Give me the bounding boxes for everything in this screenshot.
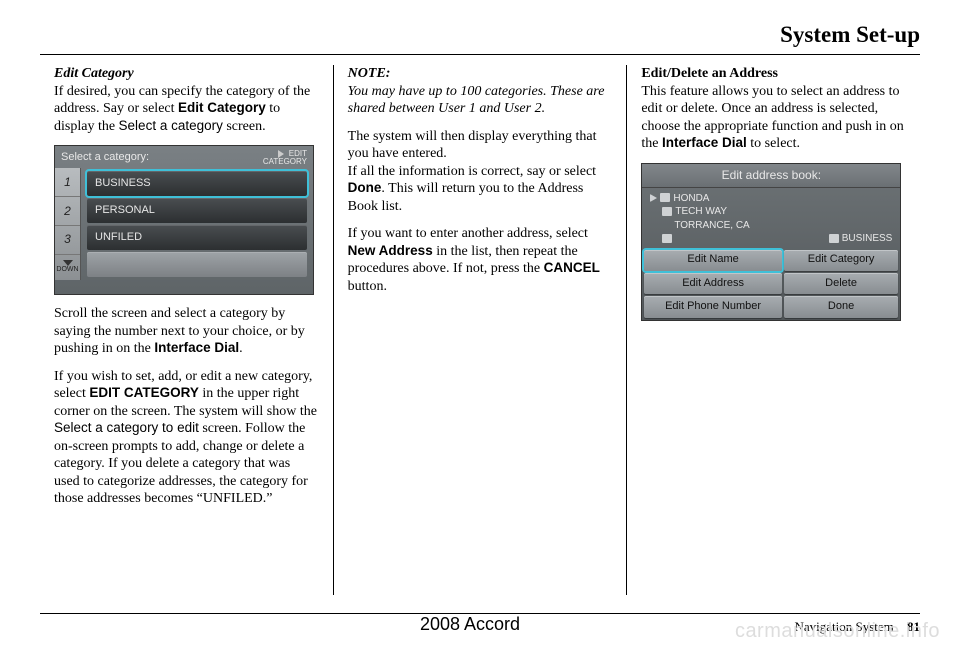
col2-p1: The system will then display everything … [348, 128, 613, 163]
page-title: System Set-up [40, 22, 920, 48]
map-icon [662, 207, 672, 216]
category-icon [829, 234, 839, 243]
col3-p1-c: to select. [747, 136, 800, 151]
col2-p3: If you want to enter another address, se… [348, 225, 613, 295]
interface-dial-bold-1: Interface Dial [154, 340, 239, 355]
cancel-bold: CANCEL [544, 260, 600, 275]
category-row-unfiled: UNFILED [87, 225, 307, 250]
col1-p2: Scroll the screen and select a category … [54, 305, 319, 358]
shot1-down-button: DOWN [55, 255, 80, 280]
edit-category-button: Edit Category [784, 250, 899, 271]
shot2-line3: TORRANCE, CA [674, 220, 749, 231]
shot1-edit-category-tag: EDIT CATEGORY [263, 150, 307, 166]
note-body: You may have up to 100 categories. These… [348, 84, 605, 117]
edit-category-bold: Edit Category [178, 100, 266, 115]
shot2-info: HONDA TECH WAY TORRANCE, CA BUSINESS [642, 188, 900, 248]
col2-p2: If all the information is correct, say o… [348, 163, 613, 216]
edit-phone-button: Edit Phone Number [644, 296, 781, 317]
shot1-number-column: 1 2 3 DOWN [55, 168, 81, 280]
select-category-to-edit-label: Select a category to edit [54, 420, 199, 435]
edit-line2: CATEGORY [263, 157, 307, 166]
category-row-empty [87, 252, 307, 277]
select-a-category-label: Select a category [119, 118, 223, 133]
edit-name-button: Edit Name [644, 250, 781, 271]
play-icon [650, 194, 657, 202]
category-row-business: BUSINESS [87, 171, 307, 196]
edit-delete-heading: Edit/Delete an Address [641, 66, 778, 81]
footer-model-year: 2008 Accord [420, 614, 520, 635]
page-footer: 2008 Accord Navigation System 81 [0, 619, 960, 635]
shot1-num-2: 2 [55, 197, 80, 226]
col2-p2-c: . This will return you to the Address Bo… [348, 181, 584, 214]
edit-category-caps-bold: EDIT CATEGORY [89, 385, 199, 400]
phone-icon [662, 234, 672, 243]
column-2: NOTE: You may have up to 100 categories.… [333, 65, 627, 595]
select-category-screenshot: Select a category: EDIT CATEGORY 1 2 3 [54, 145, 314, 295]
column-1: Edit Category If desired, you can specif… [40, 65, 333, 595]
category-row-personal: PERSONAL [87, 198, 307, 223]
shot2-button-grid: Edit Name Edit Category Edit Address Del… [642, 248, 900, 320]
done-button: Done [784, 296, 899, 317]
col1-p2-c: . [239, 341, 243, 356]
edit-address-book-screenshot: Edit address book: HONDA TECH WAY TORRAN… [641, 163, 901, 321]
divider-top [40, 54, 920, 55]
new-address-bold: New Address [348, 243, 433, 258]
col2-p3-a: If you want to enter another address, se… [348, 226, 588, 241]
shot1-down-label: DOWN [56, 266, 78, 275]
note-block: NOTE: You may have up to 100 categories.… [348, 65, 613, 118]
col2-p2-a: If all the information is correct, say o… [348, 164, 596, 179]
shot2-business: BUSINESS [842, 233, 893, 244]
shot1-body: 1 2 3 DOWN BUSINESS PERSONAL UNFILED [55, 168, 313, 280]
footer-right: Navigation System 81 [794, 619, 920, 635]
shot2-title: Edit address book: [642, 164, 900, 188]
footer-section-label: Navigation System [794, 619, 893, 634]
shot1-list: BUSINESS PERSONAL UNFILED [81, 168, 313, 280]
interface-dial-bold-2: Interface Dial [662, 135, 747, 150]
edit-category-heading: Edit Category [54, 66, 134, 81]
shot2-line2: TECH WAY [675, 206, 727, 217]
building-icon [660, 193, 670, 202]
shot1-header: Select a category: EDIT CATEGORY [55, 146, 313, 168]
col2-p3-e: button. [348, 279, 387, 294]
edit-delete-para: Edit/Delete an Address This feature allo… [641, 65, 906, 153]
shot1-num-3: 3 [55, 226, 80, 255]
delete-button: Delete [784, 273, 899, 294]
column-3: Edit/Delete an Address This feature allo… [626, 65, 920, 595]
done-bold: Done [348, 180, 382, 195]
col1-p1-e: screen. [223, 119, 266, 134]
note-label: NOTE: [348, 66, 391, 81]
shot2-line1: HONDA [673, 193, 709, 204]
shot1-num-1: 1 [55, 168, 80, 197]
edit-address-button: Edit Address [644, 273, 781, 294]
shot1-title: Select a category: [61, 151, 149, 165]
edit-category-heading-para: Edit Category If desired, you can specif… [54, 65, 319, 135]
page-number: 81 [907, 619, 920, 634]
col1-p3: If you wish to set, add, or edit a new c… [54, 368, 319, 508]
content-columns: Edit Category If desired, you can specif… [40, 65, 920, 595]
